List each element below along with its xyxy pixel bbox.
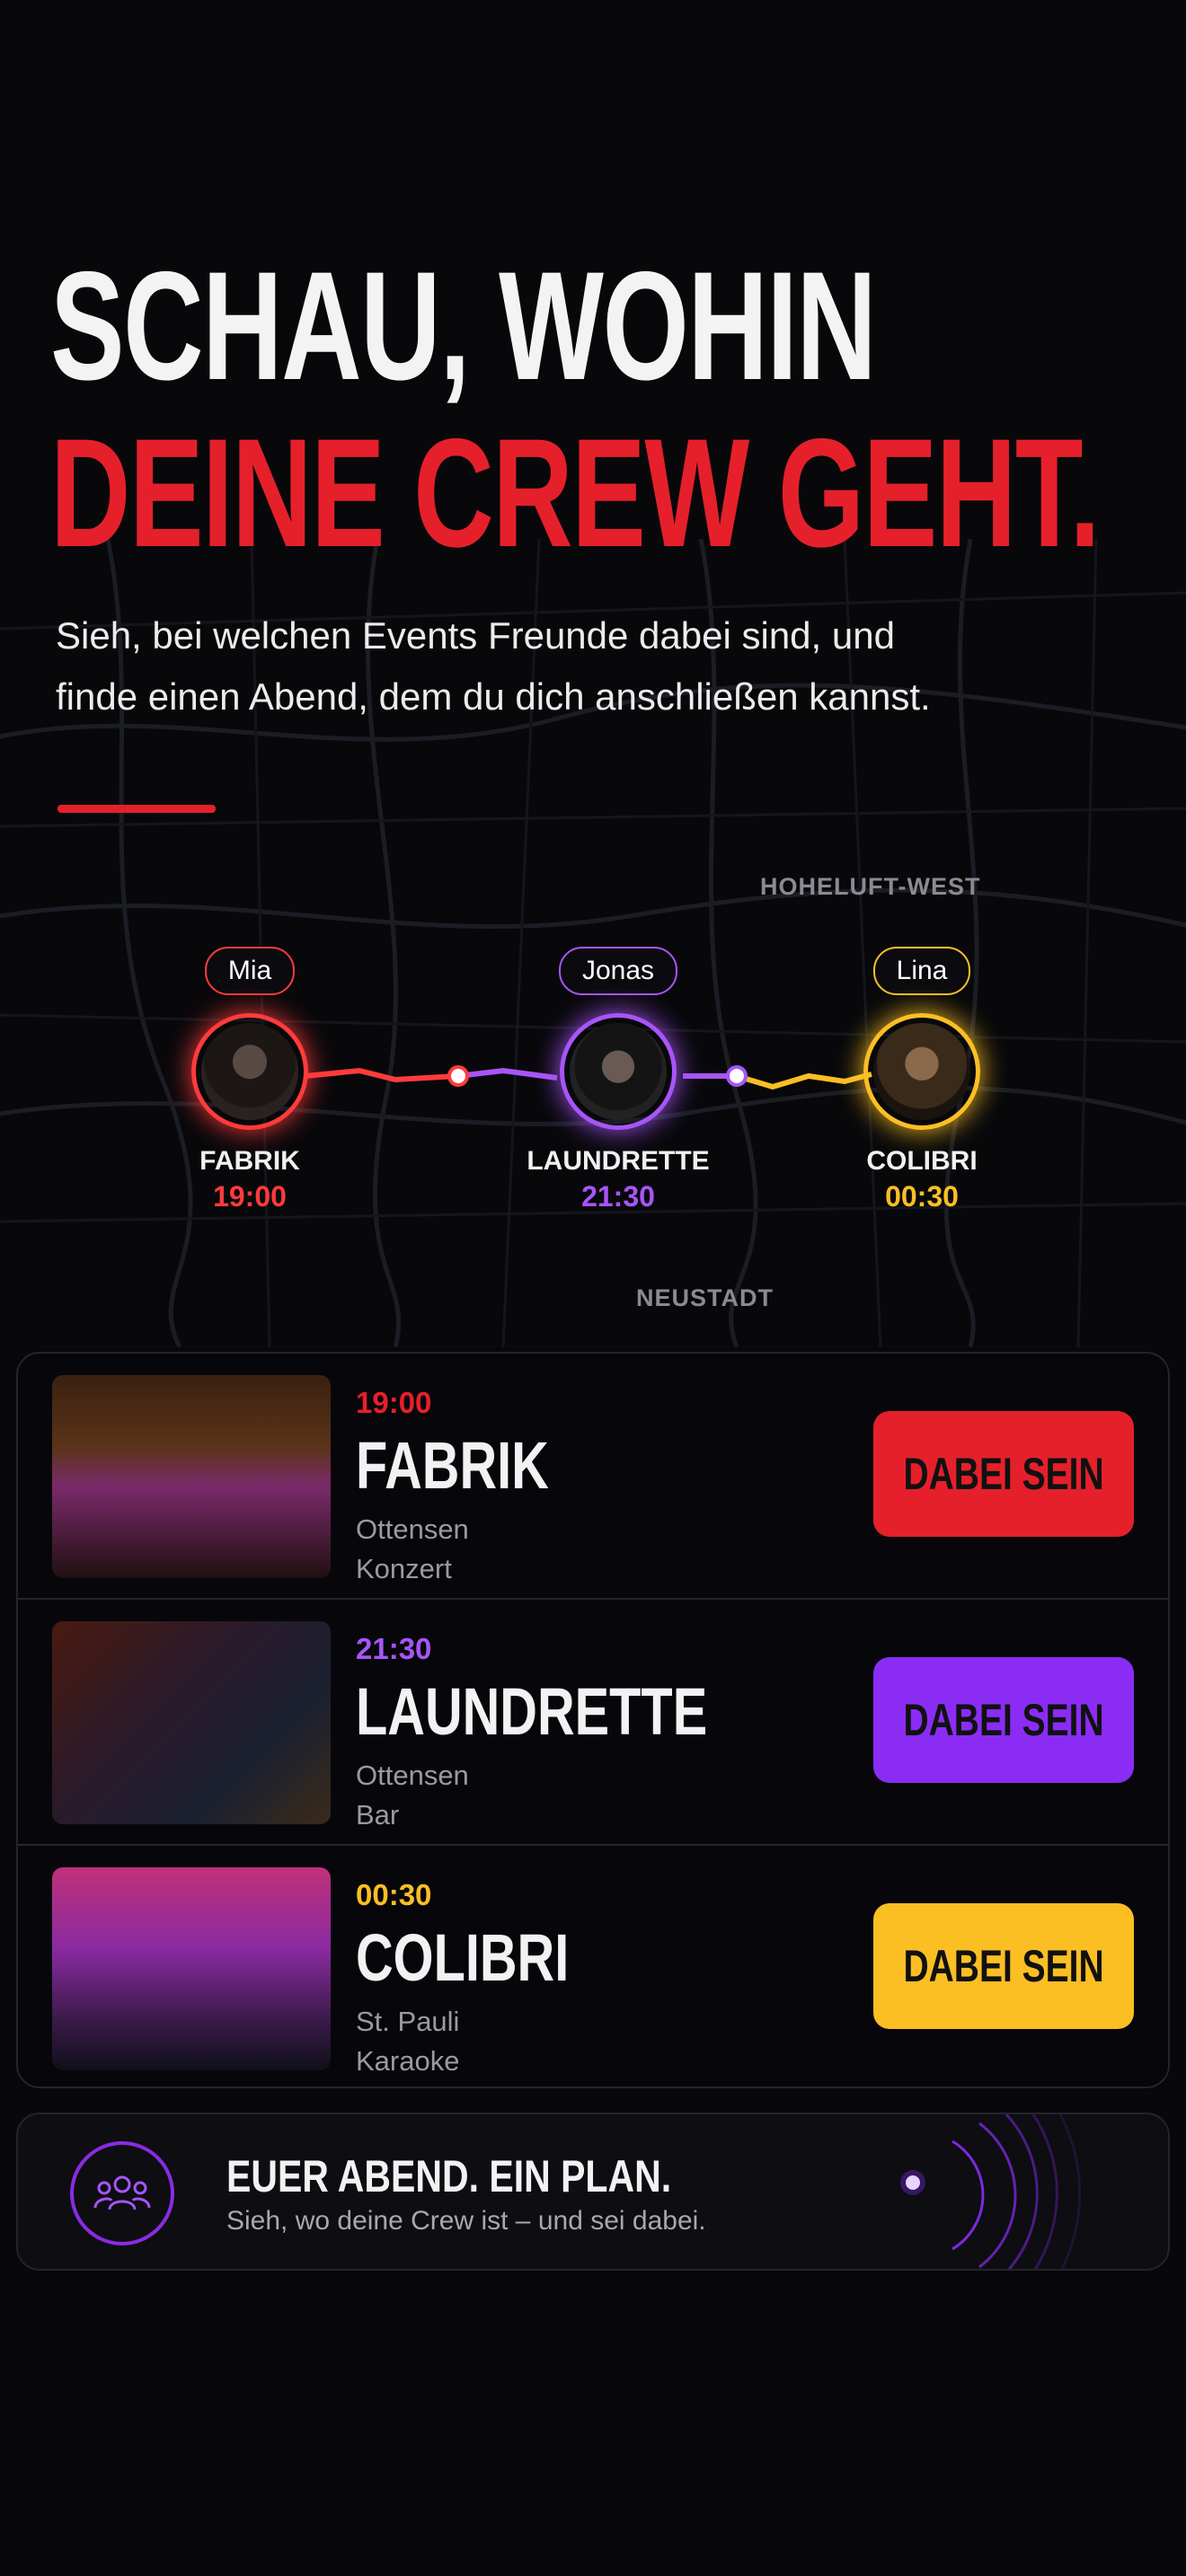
join-button-label: DABEI SEIN [903, 1695, 1104, 1745]
friend-venue: COLIBRI [866, 1146, 978, 1176]
join-button[interactable]: DABEI SEIN [873, 1903, 1134, 2029]
accent-divider [58, 805, 216, 813]
event-type: Karaoke [356, 2045, 460, 2077]
plan-title: EUER ABEND. EIN PLAN. [226, 2151, 672, 2201]
friend-name-tag: Mia [204, 947, 296, 995]
event-district: Ottensen [356, 1760, 469, 1791]
friend-marker-jonas[interactable]: Jonas LAUNDRETTE 21:30 [519, 947, 717, 1213]
join-button-label: DABEI SEIN [903, 1449, 1104, 1499]
avatar-ring [863, 1013, 980, 1130]
friend-time: 19:00 [213, 1180, 287, 1213]
avatar [570, 1023, 667, 1120]
event-thumbnail [52, 1867, 331, 2070]
event-row-laundrette: 21:30 LAUNDRETTE Ottensen Bar DABEI SEIN [18, 1600, 1168, 1846]
event-name: LAUNDRETTE [356, 1674, 708, 1749]
friend-time: 21:30 [581, 1180, 655, 1213]
event-district: Ottensen [356, 1513, 469, 1545]
event-time: 00:30 [356, 1878, 432, 1911]
headline: SCHAU, WOHIN DEINE CREW GEHT. [50, 243, 1186, 577]
event-type: Bar [356, 1799, 400, 1831]
plan-subtitle: Sieh, wo deine Crew ist – und sei dabei. [226, 2206, 706, 2236]
friend-marker-lina[interactable]: Lina COLIBRI 00:30 [823, 947, 1021, 1213]
join-button[interactable]: DABEI SEIN [873, 1411, 1134, 1537]
radar-graphic [900, 2114, 1082, 2269]
avatar [201, 1023, 298, 1120]
avatar-ring [191, 1013, 308, 1130]
join-button[interactable]: DABEI SEIN [873, 1657, 1134, 1783]
event-time: 19:00 [356, 1386, 432, 1419]
friend-name-tag: Jonas [558, 947, 678, 995]
friend-venue: LAUNDRETTE [527, 1146, 710, 1176]
group-icon [70, 2141, 174, 2245]
event-time: 21:30 [356, 1632, 432, 1665]
friend-time: 00:30 [885, 1180, 959, 1213]
event-row-fabrik: 19:00 FABRIK Ottensen Konzert DABEI SEIN [18, 1354, 1168, 1600]
event-list: 19:00 FABRIK Ottensen Konzert DABEI SEIN… [16, 1352, 1170, 2088]
district-label-neustadt: NEUSTADT [636, 1284, 774, 1311]
friend-marker-mia[interactable]: Mia FABRIK 19:00 [151, 947, 349, 1213]
avatar [873, 1023, 970, 1120]
event-thumbnail [52, 1621, 331, 1824]
headline-line-1: SCHAU, WOHIN [50, 240, 877, 412]
subtitle: Sieh, bei welchen Events Freunde dabei s… [56, 614, 931, 718]
event-thumbnail [52, 1375, 331, 1578]
event-type: Konzert [356, 1553, 452, 1584]
event-name: COLIBRI [356, 1920, 570, 1995]
avatar-ring [560, 1013, 677, 1130]
district-label-hoheluft: HOHELUFT-WEST [760, 873, 981, 900]
plan-banner: EUER ABEND. EIN PLAN. Sieh, wo deine Cre… [16, 2113, 1170, 2271]
event-row-colibri: 00:30 COLIBRI St. Pauli Karaoke DABEI SE… [18, 1846, 1168, 2086]
event-name: FABRIK [356, 1428, 549, 1503]
headline-line-2: DEINE CREW GEHT. [50, 407, 1101, 579]
event-district: St. Pauli [356, 2006, 460, 2037]
friend-venue: FABRIK [199, 1146, 300, 1176]
friend-name-tag: Lina [872, 947, 971, 995]
join-button-label: DABEI SEIN [903, 1941, 1104, 1991]
